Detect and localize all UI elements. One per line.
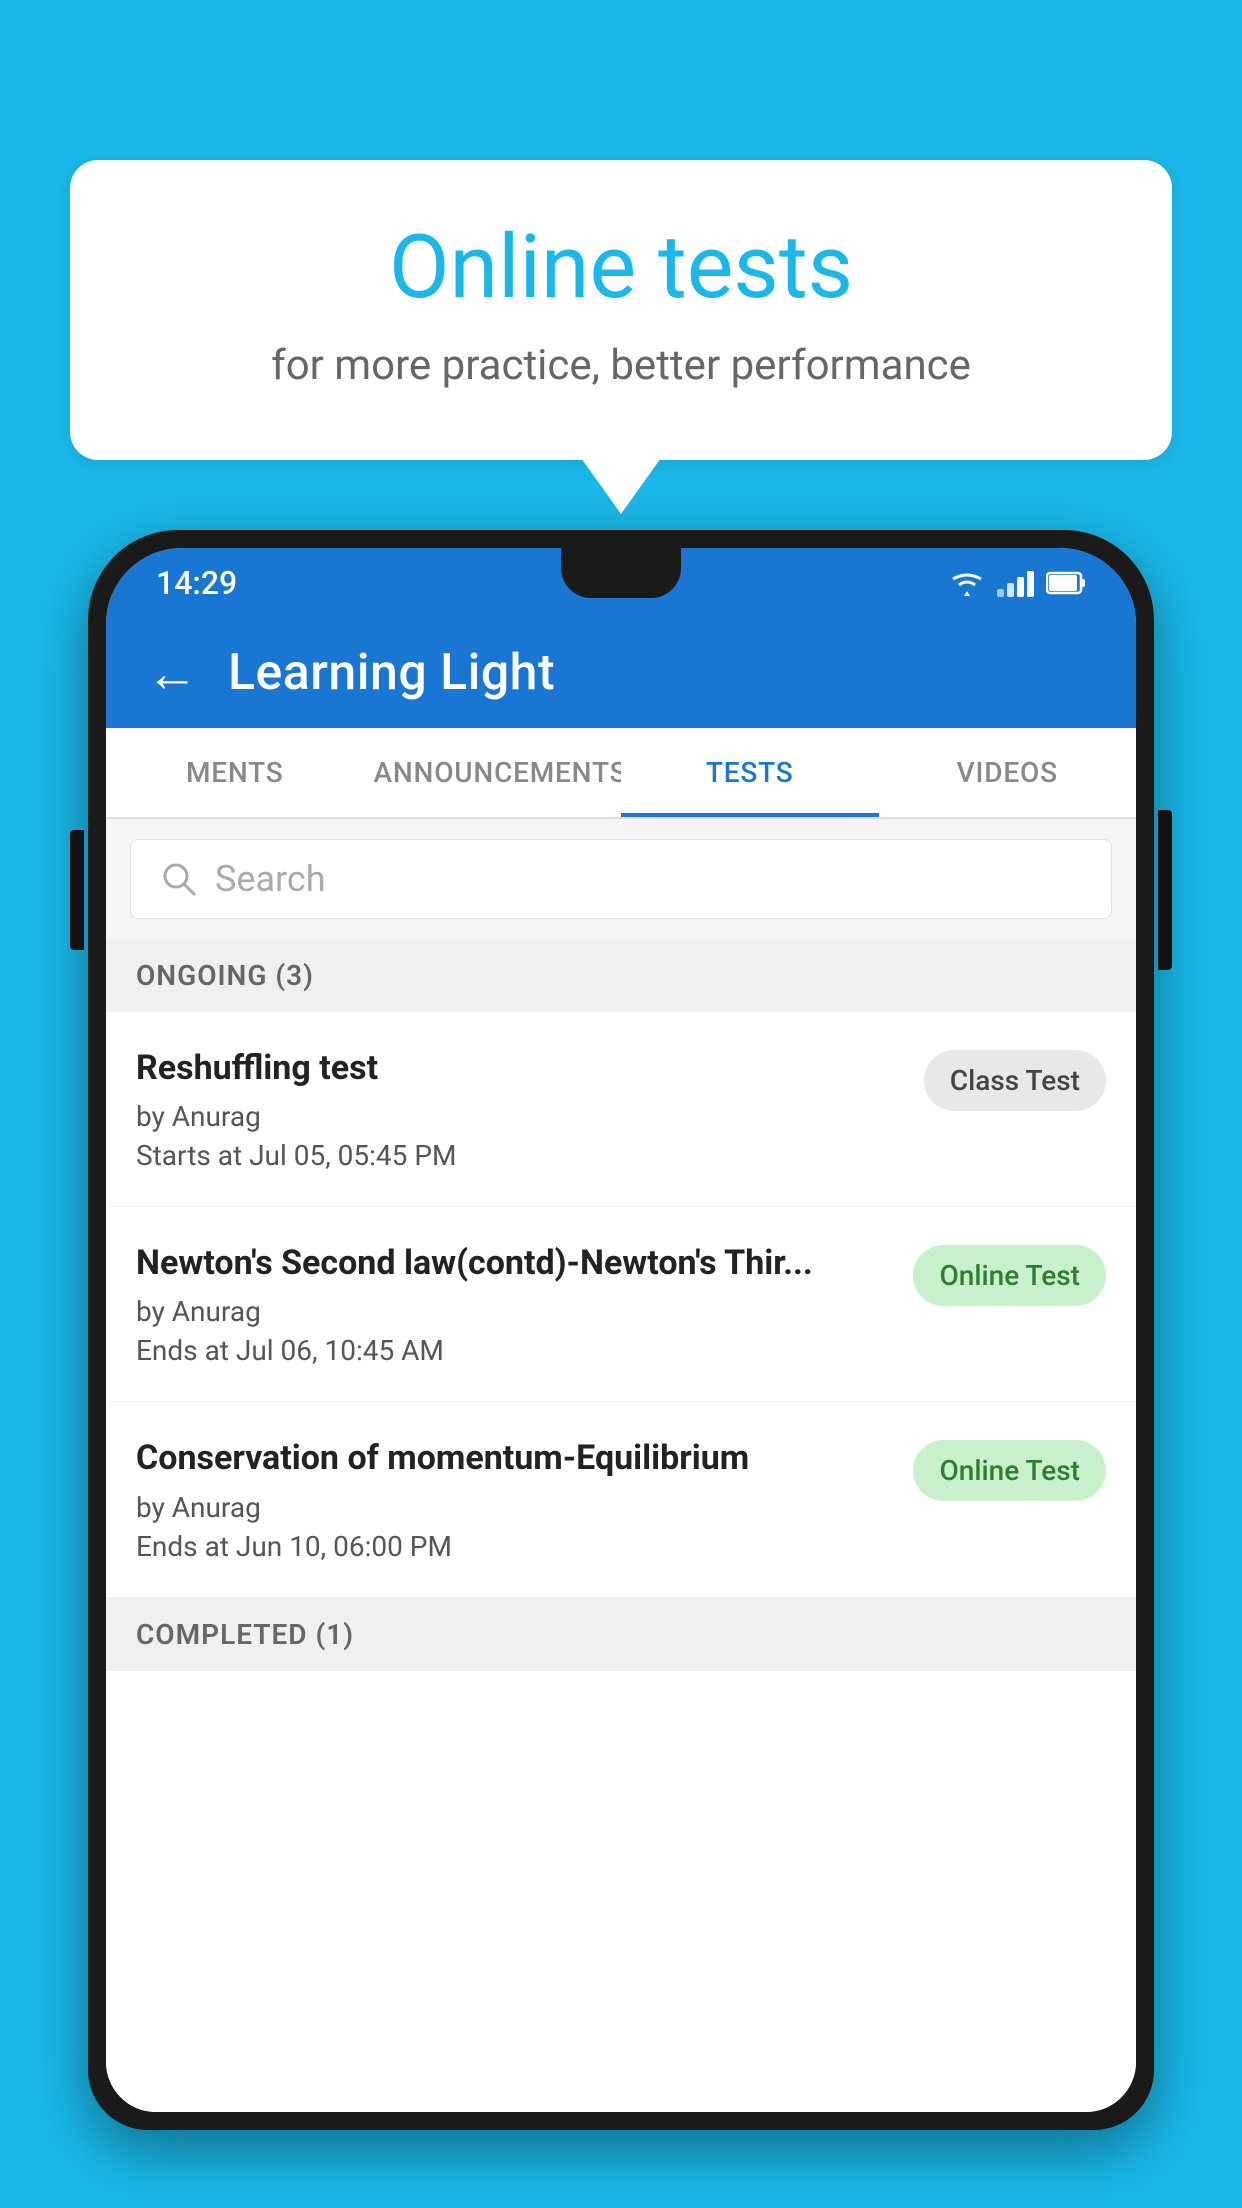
wifi-icon [949,569,985,597]
status-time: 14:29 [156,564,237,602]
tab-ments[interactable]: MENTS [106,728,364,817]
test-item-conservation[interactable]: Conservation of momentum-Equilibrium by … [106,1402,1136,1597]
badge-conservation: Online Test [913,1440,1106,1501]
phone-container: 14:29 [88,530,1154,2208]
badge-newtons: Online Test [913,1245,1106,1306]
back-button[interactable]: ← [146,643,198,704]
search-placeholder: Search [215,858,326,900]
test-info-conservation: Conservation of momentum-Equilibrium by … [136,1436,893,1562]
speech-bubble-section: Online tests for more practice, better p… [70,160,1172,460]
app-title: Learning Light [228,644,555,702]
search-container: Search [106,819,1136,939]
test-author-conservation: by Anurag [136,1491,893,1524]
tab-videos[interactable]: VIDEOS [879,728,1137,817]
signal-icon [997,569,1034,597]
status-icons [949,569,1086,597]
test-title-conservation: Conservation of momentum-Equilibrium [136,1436,893,1480]
test-author-newtons: by Anurag [136,1295,893,1328]
section-ongoing-header: ONGOING (3) [106,939,1136,1012]
search-icon [161,861,197,897]
test-author-reshuffling: by Anurag [136,1100,904,1133]
speech-bubble: Online tests for more practice, better p… [70,160,1172,460]
bubble-subtitle: for more practice, better performance [150,341,1092,390]
test-date-conservation: Ends at Jun 10, 06:00 PM [136,1530,893,1563]
phone-screen: 14:29 [106,548,1136,2112]
test-title-newtons: Newton's Second law(contd)-Newton's Thir… [136,1241,893,1285]
tabs-bar: MENTS ANNOUNCEMENTS TESTS VIDEOS [106,728,1136,819]
test-item-newtons[interactable]: Newton's Second law(contd)-Newton's Thir… [106,1207,1136,1402]
test-info-newtons: Newton's Second law(contd)-Newton's Thir… [136,1241,893,1367]
search-bar[interactable]: Search [130,839,1112,919]
badge-reshuffling: Class Test [924,1050,1106,1111]
phone-frame: 14:29 [88,530,1154,2130]
test-info-reshuffling: Reshuffling test by Anurag Starts at Jul… [136,1046,904,1172]
test-item-reshuffling[interactable]: Reshuffling test by Anurag Starts at Jul… [106,1012,1136,1207]
test-date-newtons: Ends at Jul 06, 10:45 AM [136,1334,893,1367]
test-list: ONGOING (3) Reshuffling test by Anurag S… [106,939,1136,2112]
test-title-reshuffling: Reshuffling test [136,1046,904,1090]
app-bar: ← Learning Light [106,618,1136,728]
bubble-title: Online tests [150,220,1092,317]
battery-icon [1046,569,1086,597]
test-date-reshuffling: Starts at Jul 05, 05:45 PM [136,1139,904,1172]
tab-announcements[interactable]: ANNOUNCEMENTS [364,728,622,817]
section-completed-header: COMPLETED (1) [106,1598,1136,1671]
phone-notch [561,548,681,598]
tab-tests[interactable]: TESTS [621,728,879,817]
